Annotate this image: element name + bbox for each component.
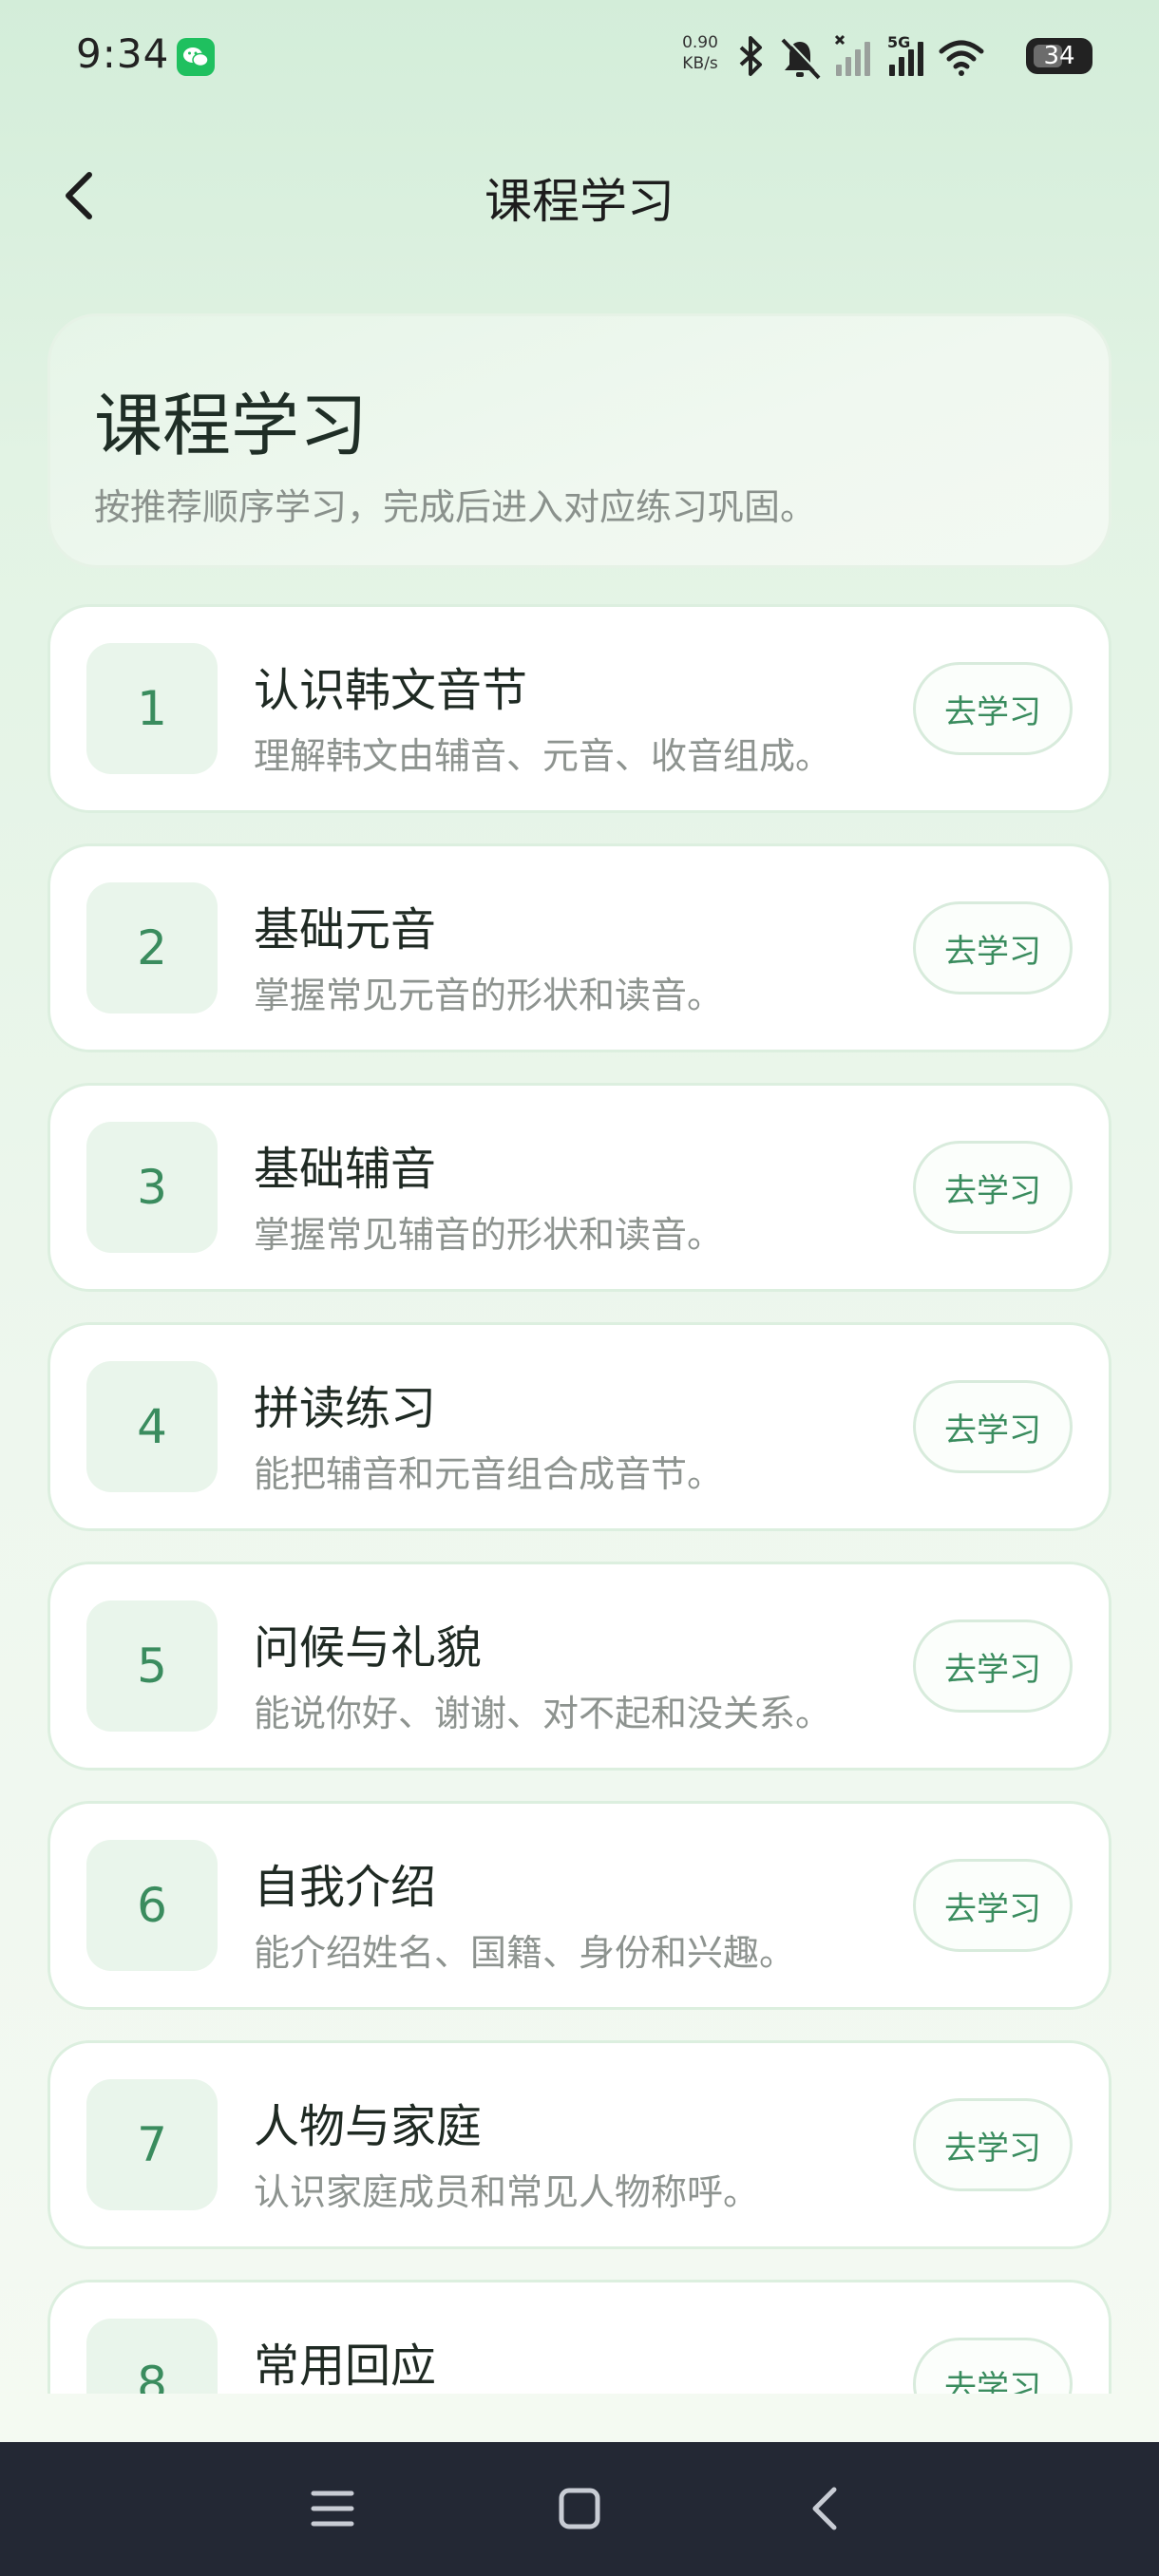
course-list[interactable]: 1 认识韩文音节 理解韩文由辅音、元音、收音组成。 去学习 2 基础元音 掌握常… (0, 0, 1159, 2394)
course-title: 认识韩文音节 (254, 664, 528, 717)
study-button[interactable]: 去学习 (913, 1141, 1073, 1234)
course-number: 2 (86, 882, 218, 1013)
study-button[interactable]: 去学习 (913, 1859, 1073, 1952)
course-title: 基础辅音 (254, 1143, 437, 1196)
course-description: 掌握常见元音的形状和读音。 (254, 975, 724, 1016)
course-number: 6 (86, 1840, 218, 1971)
course-description: 能把辅音和元音组合成音节。 (254, 1453, 724, 1495)
home-button[interactable] (542, 2471, 618, 2547)
course-title: 问候与礼貌 (254, 1621, 483, 1675)
course-title: 人物与家庭 (254, 2100, 483, 2153)
course-card[interactable]: 2 基础元音 掌握常见元音的形状和读音。 去学习 (48, 843, 1112, 1052)
course-title: 拼读练习 (254, 1382, 437, 1435)
menu-button[interactable] (294, 2471, 370, 2547)
course-description: 能说你好、谢谢、对不起和没关系。 (254, 1693, 832, 1734)
course-title: 常用回应 (254, 2339, 437, 2393)
study-button[interactable]: 去学习 (913, 1619, 1073, 1713)
course-number: 7 (86, 2079, 218, 2210)
nav-back-button[interactable] (788, 2471, 864, 2547)
course-description: 理解韩文由辅音、元音、收音组成。 (254, 735, 832, 777)
study-button[interactable]: 去学习 (913, 2338, 1073, 2394)
back-icon (812, 2487, 837, 2530)
course-description: 认识家庭成员和常见人物称呼。 (254, 2171, 760, 2213)
course-card[interactable]: 6 自我介绍 能介绍姓名、国籍、身份和兴趣。 去学习 (48, 1801, 1112, 2010)
course-card[interactable]: 5 问候与礼貌 能说你好、谢谢、对不起和没关系。 去学习 (48, 1562, 1112, 1771)
system-nav-bar (0, 2442, 1159, 2576)
study-button[interactable]: 去学习 (913, 1380, 1073, 1473)
course-number: 5 (86, 1601, 218, 1732)
course-title: 自我介绍 (254, 1861, 437, 1914)
course-card[interactable]: 7 人物与家庭 认识家庭成员和常见人物称呼。 去学习 (48, 2040, 1112, 2249)
study-button[interactable]: 去学习 (913, 2098, 1073, 2191)
course-description: 掌握常见辅音的形状和读音。 (254, 1214, 724, 1256)
course-title: 基础元音 (254, 903, 437, 957)
course-description: 能介绍姓名、国籍、身份和兴趣。 (254, 1932, 796, 1974)
course-card[interactable]: 4 拼读练习 能把辅音和元音组合成音节。 去学习 (48, 1322, 1112, 1531)
course-number: 3 (86, 1122, 218, 1253)
study-button[interactable]: 去学习 (913, 662, 1073, 755)
course-number: 8 (86, 2319, 218, 2394)
study-button[interactable]: 去学习 (913, 901, 1073, 994)
course-number: 1 (86, 643, 218, 774)
menu-icon (311, 2491, 354, 2527)
course-number: 4 (86, 1361, 218, 1492)
course-card[interactable]: 8 常用回应 去学习 (48, 2280, 1112, 2394)
home-icon (559, 2488, 600, 2529)
course-card[interactable]: 1 认识韩文音节 理解韩文由辅音、元音、收音组成。 去学习 (48, 604, 1112, 813)
course-card[interactable]: 3 基础辅音 掌握常见辅音的形状和读音。 去学习 (48, 1083, 1112, 1292)
